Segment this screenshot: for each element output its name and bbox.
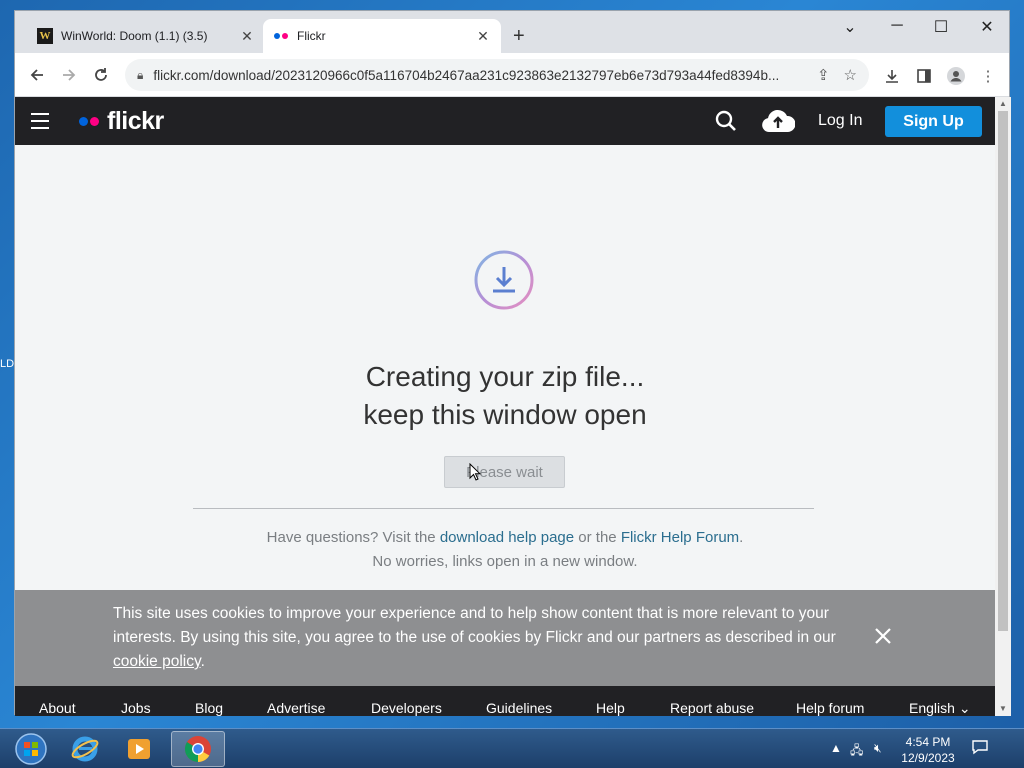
browser-toolbar: 🔒︎ flickr.com/download/2023120966c0f5a11… [15, 53, 1009, 97]
downloads-icon[interactable] [881, 65, 903, 87]
address-bar[interactable]: 🔒︎ flickr.com/download/2023120966c0f5a11… [125, 59, 869, 91]
logo-blue-dot [79, 117, 88, 126]
search-icon[interactable] [715, 110, 737, 132]
profile-avatar-icon[interactable] [945, 65, 967, 87]
status-heading-line2: keep this window open [363, 399, 647, 430]
tab-title: Flickr [297, 29, 326, 43]
minimize-icon[interactable]: ─ [877, 17, 917, 35]
back-arrow-icon[interactable] [25, 63, 49, 87]
footer-link-developers[interactable]: Developers [371, 700, 442, 716]
more-menu-icon[interactable]: ⋮ [977, 65, 999, 87]
upload-cloud-icon[interactable] [761, 108, 796, 134]
footer-link-report-abuse[interactable]: Report abuse [670, 700, 754, 716]
browser-window: W WinWorld: Doom (1.1) (3.5) ✕ Flickr ✕ … [14, 10, 1011, 716]
flickr-favicon [273, 28, 289, 44]
download-help-link[interactable]: download help page [440, 529, 574, 546]
lock-icon[interactable]: 🔒︎ [137, 68, 143, 83]
scroll-down-arrow-icon[interactable]: ▼ [995, 702, 1011, 716]
help-middle: or the [578, 529, 617, 546]
winworld-favicon: W [37, 28, 53, 44]
footer-link-help-forum[interactable]: Help forum [796, 700, 864, 716]
share-icon[interactable]: ⇪ [817, 66, 830, 84]
section-divider [193, 508, 814, 509]
help-note: No worries, links open in a new window. [372, 553, 638, 570]
new-tab-plus-icon[interactable]: + [513, 25, 525, 48]
help-suffix: . [739, 529, 744, 546]
clock-time: 4:54 PM [905, 735, 951, 749]
footer-link-blog[interactable]: Blog [195, 700, 223, 716]
mouse-cursor-icon [469, 463, 481, 481]
flickr-footer: About Jobs Blog Advertise Developers Gui… [15, 686, 995, 716]
tab-close-icon[interactable]: ✕ [239, 28, 255, 45]
clock-date: 12/9/2023 [901, 751, 955, 765]
desktop-icon-label-fragment: LD [0, 358, 15, 370]
media-player-icon[interactable] [112, 731, 166, 767]
maximize-icon[interactable]: ☐ [921, 17, 961, 37]
tab-title: WinWorld: Doom (1.1) (3.5) [61, 29, 208, 43]
download-progress-icon [473, 249, 535, 311]
tab-search-chevron-icon[interactable]: ⌄ [830, 17, 870, 37]
cookie-message: This site uses cookies to improve your e… [113, 605, 836, 646]
taskbar-clock[interactable]: 4:54 PM 12/9/2023 [898, 734, 958, 766]
cookie-suffix: . [200, 653, 205, 670]
chrome-taskbar-icon[interactable] [171, 731, 225, 767]
signup-button[interactable]: Sign Up [885, 106, 982, 137]
status-heading-line1: Creating your zip file... [365, 361, 645, 392]
page-scrollbar[interactable]: ▲ ▼ [995, 97, 1011, 716]
logo-pink-dot [90, 117, 99, 126]
cookie-banner: This site uses cookies to improve your e… [15, 590, 995, 686]
help-line: Have questions? Visit the download help … [15, 529, 995, 546]
footer-link-about[interactable]: About [39, 700, 76, 716]
close-window-icon[interactable]: ✕ [967, 17, 1007, 37]
flickr-page: flickr Log In Sign Up Creating your zip … [15, 97, 995, 716]
bookmark-star-icon[interactable]: ☆ [844, 66, 857, 84]
show-hidden-icons-icon[interactable]: ▲ [830, 741, 842, 755]
forward-arrow-icon[interactable] [57, 63, 81, 87]
please-wait-button[interactable]: Please wait [444, 456, 565, 488]
start-orb-icon[interactable] [4, 731, 58, 767]
tab-close-icon[interactable]: ✕ [475, 28, 491, 45]
url-text: flickr.com/download/2023120966c0f5a11670… [153, 67, 780, 83]
reload-icon[interactable] [89, 63, 113, 87]
close-icon[interactable] [873, 626, 893, 646]
network-icon[interactable]: 🖧︎ [850, 741, 863, 762]
footer-link-help[interactable]: Help [596, 700, 625, 716]
cookie-policy-link[interactable]: cookie policy [113, 653, 201, 670]
footer-link-jobs[interactable]: Jobs [121, 700, 151, 716]
help-prefix: Have questions? Visit the [266, 529, 436, 546]
chevron-down-icon: ⌄ [958, 700, 971, 716]
footer-language-select[interactable]: English ⌄ [909, 700, 971, 716]
logo-wordmark: flickr [107, 107, 164, 135]
tab-bar: W WinWorld: Doom (1.1) (3.5) ✕ Flickr ✕ … [15, 11, 1009, 53]
scroll-up-arrow-icon[interactable]: ▲ [995, 97, 1011, 111]
hamburger-menu-icon[interactable] [31, 113, 49, 129]
footer-link-advertise[interactable]: Advertise [267, 700, 325, 716]
tab-flickr[interactable]: Flickr ✕ [263, 19, 501, 53]
windows-taskbar: ▲ 🖧︎ 🔇︎ 4:54 PM 12/9/2023 [0, 728, 1024, 768]
internet-explorer-icon[interactable] [58, 731, 112, 767]
help-forum-link[interactable]: Flickr Help Forum [621, 529, 739, 546]
cookie-text: This site uses cookies to improve your e… [113, 602, 861, 674]
volume-muted-icon[interactable]: 🔇︎ [874, 741, 882, 756]
flickr-logo[interactable]: flickr [79, 107, 164, 136]
action-center-icon[interactable] [972, 739, 988, 758]
scrollbar-thumb[interactable] [998, 111, 1008, 631]
flickr-header: flickr Log In Sign Up [15, 97, 995, 145]
side-panel-icon[interactable] [913, 65, 935, 87]
footer-link-guidelines[interactable]: Guidelines [486, 700, 552, 716]
login-link[interactable]: Log In [818, 112, 862, 130]
tab-winworld[interactable]: W WinWorld: Doom (1.1) (3.5) ✕ [27, 19, 265, 53]
language-label: English [909, 700, 955, 716]
